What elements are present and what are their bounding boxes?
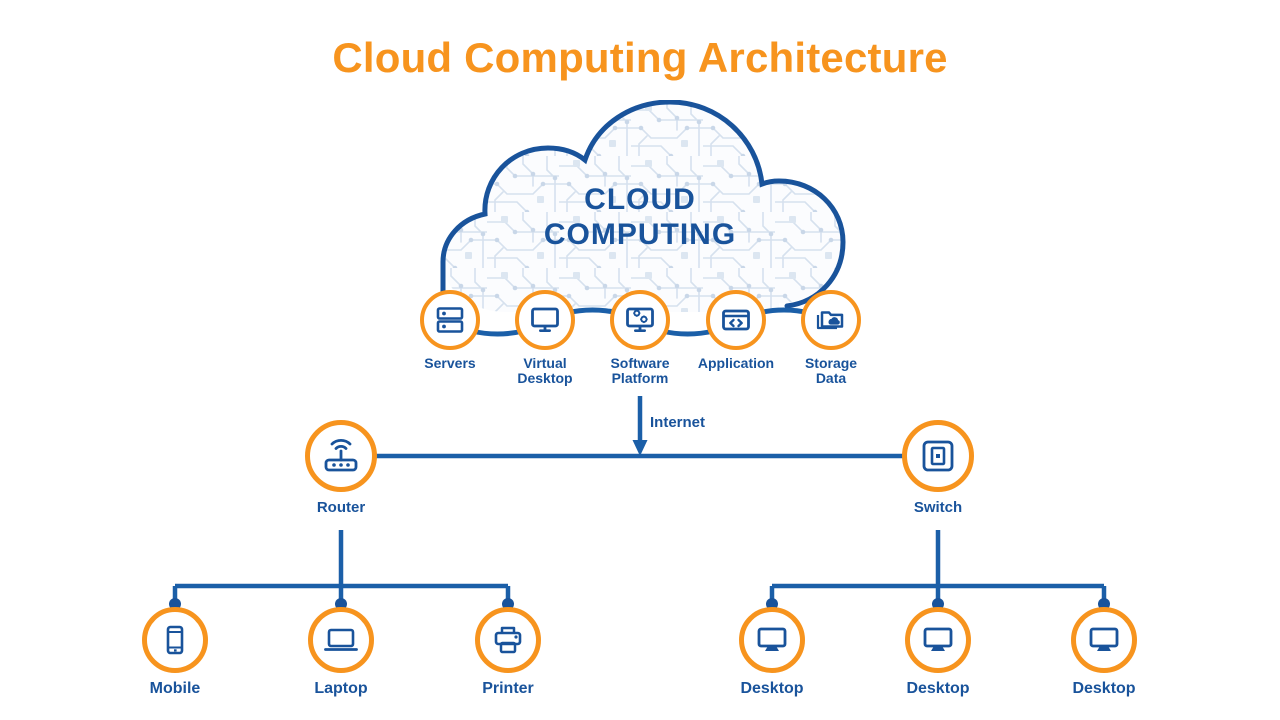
cloud-title-line2: COMPUTING xyxy=(543,218,737,251)
device-node-desktop-3[interactable]: Desktop xyxy=(1034,607,1174,697)
device-label: Mobile xyxy=(149,680,201,697)
device-node-desktop-1[interactable]: Desktop xyxy=(702,607,842,697)
device-label: Laptop xyxy=(314,680,368,697)
monitor-icon xyxy=(515,290,575,350)
router-icon xyxy=(305,420,377,492)
server-rack-icon xyxy=(420,290,480,350)
cloud-title: CLOUD COMPUTING xyxy=(415,182,865,252)
device-label: Desktop xyxy=(740,680,804,697)
device-label: Desktop xyxy=(906,680,970,697)
laptop-icon xyxy=(308,607,374,673)
desktop-monitor-icon xyxy=(1071,607,1137,673)
diagram-canvas: Cloud Computing Architecture CLOUD COMPU… xyxy=(0,0,1280,720)
printer-icon xyxy=(475,607,541,673)
service-node-application[interactable]: Application xyxy=(681,290,791,371)
code-window-icon xyxy=(706,290,766,350)
network-label: Switch xyxy=(913,499,963,516)
smartphone-icon xyxy=(142,607,208,673)
service-node-servers[interactable]: Servers xyxy=(395,290,505,371)
network-node-switch[interactable]: Switch xyxy=(868,420,1008,515)
folder-cloud-icon xyxy=(801,290,861,350)
internet-label: Internet xyxy=(650,414,706,431)
switch-icon xyxy=(902,420,974,492)
device-node-printer[interactable]: Printer xyxy=(438,607,578,697)
service-label: Application xyxy=(697,355,775,371)
page-title: Cloud Computing Architecture xyxy=(332,34,948,81)
device-label: Printer xyxy=(482,680,534,697)
service-label: Storage Data xyxy=(804,355,858,386)
service-label: Virtual Desktop xyxy=(517,355,573,386)
monitor-gears-icon xyxy=(610,290,670,350)
device-node-laptop[interactable]: Laptop xyxy=(271,607,411,697)
service-label: Servers xyxy=(424,355,476,371)
device-node-mobile[interactable]: Mobile xyxy=(105,607,245,697)
service-label: Software Platform xyxy=(610,355,670,386)
desktop-monitor-icon xyxy=(739,607,805,673)
network-node-router[interactable]: Router xyxy=(271,420,411,515)
device-node-desktop-2[interactable]: Desktop xyxy=(868,607,1008,697)
device-label: Desktop xyxy=(1072,680,1136,697)
service-node-virtual-desktop[interactable]: Virtual Desktop xyxy=(490,290,600,386)
network-label: Router xyxy=(316,499,366,516)
cloud-title-line1: CLOUD xyxy=(584,183,696,216)
service-node-storage-data[interactable]: Storage Data xyxy=(776,290,886,386)
service-node-software-platform[interactable]: Software Platform xyxy=(585,290,695,386)
desktop-monitor-icon xyxy=(905,607,971,673)
